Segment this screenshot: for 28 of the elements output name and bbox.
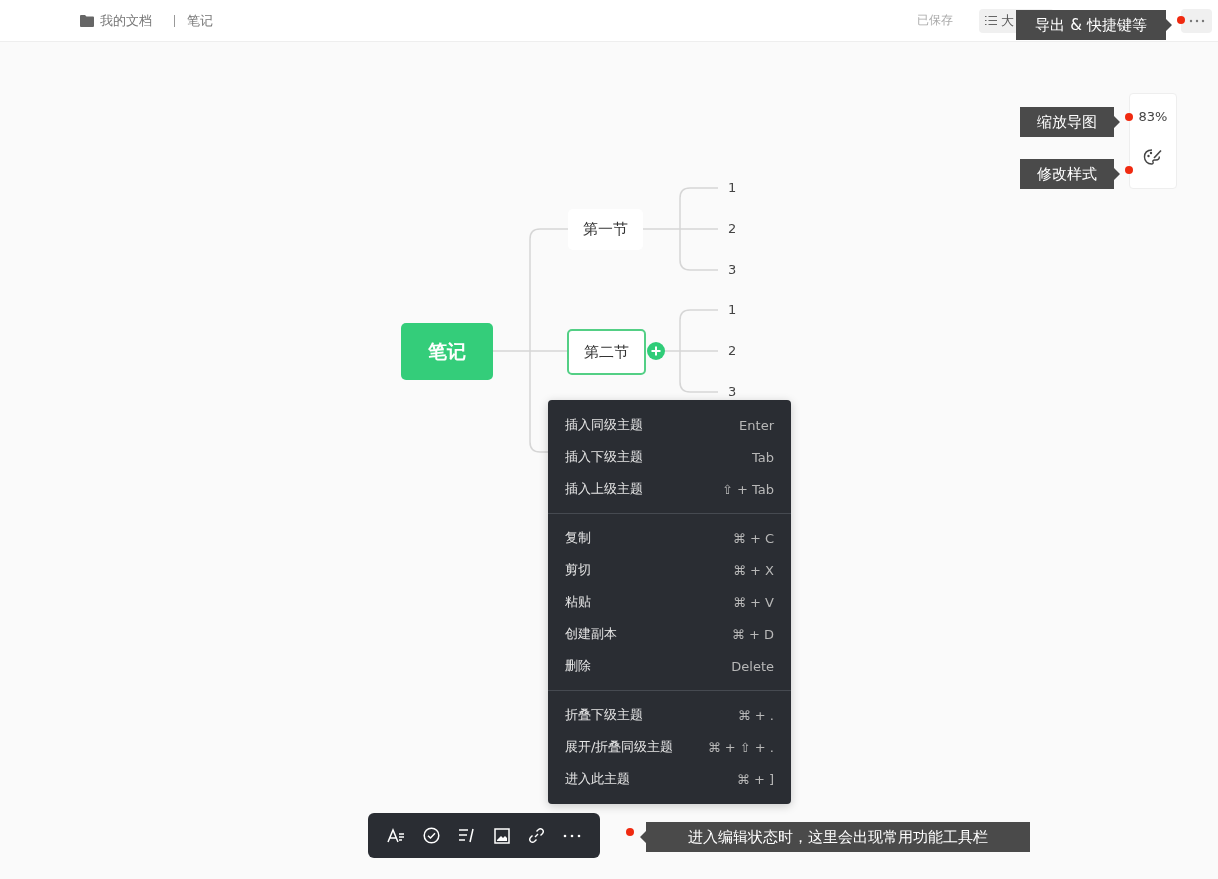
shortcut-label: Tab xyxy=(752,449,774,465)
shortcut-label: ⌘ + ] xyxy=(736,771,774,787)
menu-item-label: 插入下级主题 xyxy=(565,448,643,466)
shortcut-label: Enter xyxy=(739,417,774,433)
menu-item-label: 插入上级主题 xyxy=(565,480,643,498)
menu-item-label: 折叠下级主题 xyxy=(565,706,643,724)
guide-tooltip: 缩放导图 xyxy=(1020,107,1120,137)
menu-item-label: 粘贴 xyxy=(565,593,591,611)
save-status: 已保存 xyxy=(917,12,953,29)
menu-item-label: 插入同级主题 xyxy=(565,416,643,434)
menu-item-label: 展开/折叠同级主题 xyxy=(565,738,674,756)
shortcut-label: Delete xyxy=(731,658,774,674)
menu-item-label: 删除 xyxy=(565,657,591,675)
shortcut-label: ⌘ + ⇧ + . xyxy=(707,739,774,755)
shortcut-label: ⌘ + X xyxy=(732,562,774,578)
document-title: 笔记 xyxy=(187,11,213,30)
guide-tooltip: 修改样式 xyxy=(1020,159,1120,189)
menu-item-label: 复制 xyxy=(565,529,591,547)
menu-item-label: 剪切 xyxy=(565,561,591,579)
guide-tooltip: 进入编辑状态时，这里会出现常用功能工具栏 xyxy=(640,822,1030,852)
shortcut-label: ⌘ + V xyxy=(732,594,774,610)
menu-item-label: 创建副本 xyxy=(565,625,617,643)
shortcut-label: ⇧ + Tab xyxy=(721,481,774,497)
shortcut-label: ⌘ + D xyxy=(731,626,774,642)
shortcut-label: ⌘ + C xyxy=(732,530,774,546)
shortcut-label: ⌘ + . xyxy=(737,707,774,723)
menu-item-label: 进入此主题 xyxy=(565,770,630,788)
guide-tooltip: 导出 & 快捷键等 xyxy=(1016,10,1172,40)
